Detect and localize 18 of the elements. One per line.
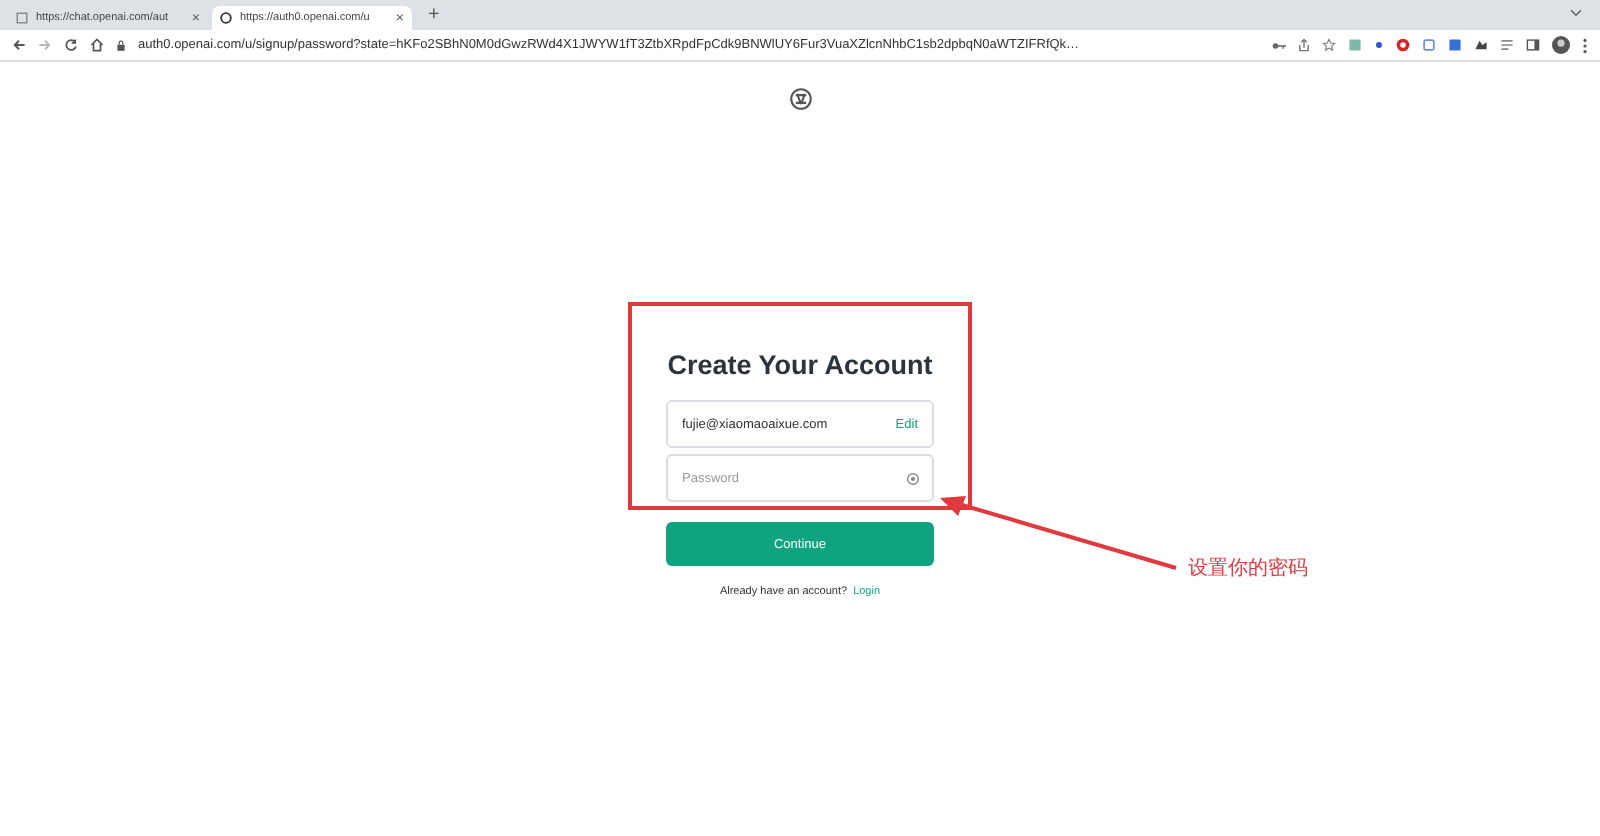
sidebar-icon[interactable] xyxy=(1526,38,1540,52)
reload-icon[interactable] xyxy=(64,38,78,52)
lock-icon[interactable] xyxy=(116,39,126,51)
back-icon[interactable] xyxy=(12,38,26,52)
extension-icon[interactable] xyxy=(1374,40,1384,50)
document-icon xyxy=(16,12,28,24)
key-icon[interactable] xyxy=(1272,39,1286,51)
avatar-icon[interactable] xyxy=(1552,36,1570,54)
home-icon[interactable] xyxy=(90,38,104,52)
menu-icon[interactable] xyxy=(1582,37,1588,53)
share-icon[interactable] xyxy=(1298,38,1310,52)
annotation-text: 设置你的密码 xyxy=(1188,555,1308,582)
star-icon[interactable] xyxy=(1322,38,1336,52)
eye-icon[interactable] xyxy=(906,471,920,485)
globe-icon xyxy=(220,12,232,24)
page-title: Create Your Account xyxy=(667,350,933,380)
new-tab-button[interactable]: + xyxy=(428,5,440,25)
logo-icon xyxy=(787,86,813,112)
